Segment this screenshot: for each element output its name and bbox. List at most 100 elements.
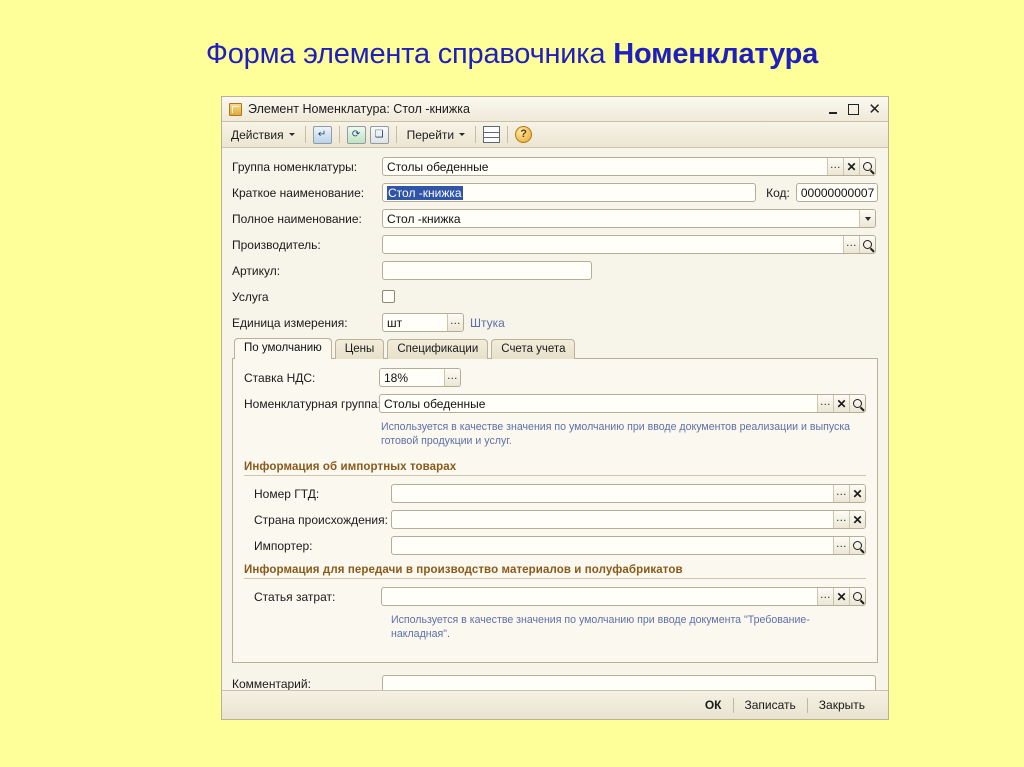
nomenclature-group-open-icon[interactable] <box>849 395 865 412</box>
page-title: Форма элемента справочника Номенклатура <box>0 38 1024 71</box>
tab-specifications[interactable]: Спецификации <box>387 339 489 359</box>
production-hint: Используется в качестве значения по умол… <box>391 614 810 640</box>
form-body: Группа номенклатуры: Столы обеденные … ✕… <box>222 148 888 690</box>
importer-open-icon[interactable] <box>849 537 865 554</box>
field-row-country: Страна происхождения: … ✕ <box>244 510 866 529</box>
field-row-importer: Импортер: … <box>244 536 866 555</box>
vat-value: 18% <box>384 370 409 385</box>
minimize-button[interactable] <box>828 104 839 115</box>
tab-panel: По умолчанию Цены Спецификации Счета уче… <box>232 338 878 663</box>
manufacturer-select-button[interactable]: … <box>843 236 859 253</box>
service-checkbox[interactable] <box>382 290 395 303</box>
country-select-button[interactable]: … <box>833 511 849 528</box>
window-toolbar: Действия ↵ ⟳ ❏ Перейти ? <box>222 122 888 148</box>
field-row-short-name: Краткое наименование: Стол -книжка Код: … <box>232 183 878 202</box>
cost-item-open-icon[interactable] <box>849 588 865 605</box>
window-controls: ✕ <box>828 102 883 117</box>
vat-label: Ставка НДС: <box>244 370 316 385</box>
toolbar-separator <box>507 126 509 143</box>
tab-content-default: Ставка НДС: 18% … Номенклатурная группа:… <box>232 358 878 663</box>
full-name-dropdown-button[interactable] <box>859 210 875 227</box>
vat-select-button[interactable]: … <box>444 369 460 386</box>
gtd-number-clear-button[interactable]: ✕ <box>849 485 865 502</box>
tab-accounts[interactable]: Счета учета <box>491 339 576 359</box>
short-name-input[interactable]: Стол -книжка <box>382 183 757 202</box>
code-input[interactable]: 00000000007 <box>795 183 878 202</box>
cost-item-input[interactable]: … ✕ <box>381 587 866 606</box>
window-titlebar: Элемент Номенклатура: Стол -книжка ✕ <box>222 97 888 122</box>
group-clear-button[interactable]: ✕ <box>843 158 859 175</box>
page-title-bold: Номенклатура <box>613 38 819 70</box>
country-label: Страна происхождения: <box>254 512 388 527</box>
goto-menu-button[interactable]: Перейти <box>404 126 469 144</box>
field-row-vat: Ставка НДС: 18% … <box>244 368 866 387</box>
field-row-full-name: Полное наименование: Стол -книжка <box>232 209 878 228</box>
help-icon[interactable]: ? <box>515 126 533 143</box>
manufacturer-open-icon[interactable] <box>859 236 875 253</box>
comment-input[interactable] <box>382 674 876 690</box>
gtd-number-select-button[interactable]: … <box>833 485 849 502</box>
field-row-cost-item: Статья затрат: … ✕ <box>244 587 866 606</box>
ok-button[interactable]: ОК <box>694 696 733 714</box>
field-row-article: Артикул: <box>232 261 878 280</box>
article-label: Артикул: <box>232 263 281 278</box>
manufacturer-label: Производитель: <box>232 237 321 252</box>
full-name-value: Стол -книжка <box>387 211 461 226</box>
cost-item-select-button[interactable]: … <box>817 588 833 605</box>
full-name-input[interactable]: Стол -книжка <box>382 209 876 228</box>
article-input[interactable] <box>382 261 592 280</box>
maximize-button[interactable] <box>848 103 860 115</box>
unit-input[interactable]: шт … <box>382 313 464 332</box>
gtd-number-input[interactable]: … ✕ <box>391 484 866 503</box>
nomenclature-group-label: Номенклатурная группа: <box>244 396 381 411</box>
service-label: Услуга <box>232 289 269 304</box>
unit-label: Единица измерения: <box>232 315 348 330</box>
short-name-label: Краткое наименование: <box>232 185 365 200</box>
chevron-down-icon <box>288 133 295 136</box>
cost-item-clear-button[interactable]: ✕ <box>833 588 849 605</box>
code-label: Код: <box>766 185 790 200</box>
default-value-hint: Используется в качестве значения по умол… <box>381 421 851 447</box>
group-select-button[interactable]: … <box>827 158 843 175</box>
manufacturer-input[interactable]: … <box>382 235 876 254</box>
nomenclature-group-input[interactable]: Столы обеденные … ✕ <box>379 394 866 413</box>
unit-value: шт <box>387 315 403 330</box>
write-button[interactable]: Записать <box>734 696 807 714</box>
field-row-group: Группа номенклатуры: Столы обеденные … ✕ <box>232 157 878 176</box>
copy-icon[interactable]: ❏ <box>369 125 389 144</box>
tab-prices[interactable]: Цены <box>334 339 385 359</box>
window-title: Элемент Номенклатура: Стол -книжка <box>248 102 470 116</box>
field-row-unit: Единица измерения: шт … Штука <box>232 313 878 332</box>
nomenclature-group-value: Столы обеденные <box>384 396 486 411</box>
tab-default[interactable]: По умолчанию <box>234 338 332 360</box>
group-open-icon[interactable] <box>859 158 875 175</box>
save-icon[interactable]: ↵ <box>312 125 332 144</box>
field-row-service: Услуга <box>232 287 878 306</box>
unit-select-button[interactable]: … <box>447 314 463 331</box>
importer-label: Импортер: <box>254 538 313 553</box>
catalog-item-icon <box>229 102 242 116</box>
toolbar-separator <box>338 126 340 143</box>
toolbar-separator <box>304 126 306 143</box>
catalog-item-window: Элемент Номенклатура: Стол -книжка ✕ Дей… <box>221 96 889 720</box>
close-button[interactable]: ✕ <box>868 102 881 117</box>
code-value: 00000000007 <box>800 185 875 200</box>
toolbar-separator <box>395 126 397 143</box>
vat-input[interactable]: 18% … <box>379 368 461 387</box>
country-input[interactable]: … ✕ <box>391 510 866 529</box>
importer-input[interactable]: … <box>391 536 866 555</box>
list-icon[interactable] <box>483 126 501 143</box>
nomenclature-group-clear-button[interactable]: ✕ <box>833 395 849 412</box>
field-row-nomenclature-group: Номенклатурная группа: Столы обеденные …… <box>244 394 866 413</box>
group-input[interactable]: Столы обеденные … ✕ <box>382 157 876 176</box>
actions-menu-button[interactable]: Действия <box>228 126 298 144</box>
tab-strip: По умолчанию Цены Спецификации Счета уче… <box>232 338 878 360</box>
importer-select-button[interactable]: … <box>833 537 849 554</box>
window-footer: ОК Записать Закрыть <box>222 690 888 719</box>
group-value: Столы обеденные <box>387 159 489 174</box>
country-clear-button[interactable]: ✕ <box>849 511 865 528</box>
nomenclature-group-select-button[interactable]: … <box>817 395 833 412</box>
close-form-button[interactable]: Закрыть <box>808 696 876 714</box>
actions-menu-label: Действия <box>231 127 284 142</box>
save-and-close-icon[interactable]: ⟳ <box>346 125 366 144</box>
